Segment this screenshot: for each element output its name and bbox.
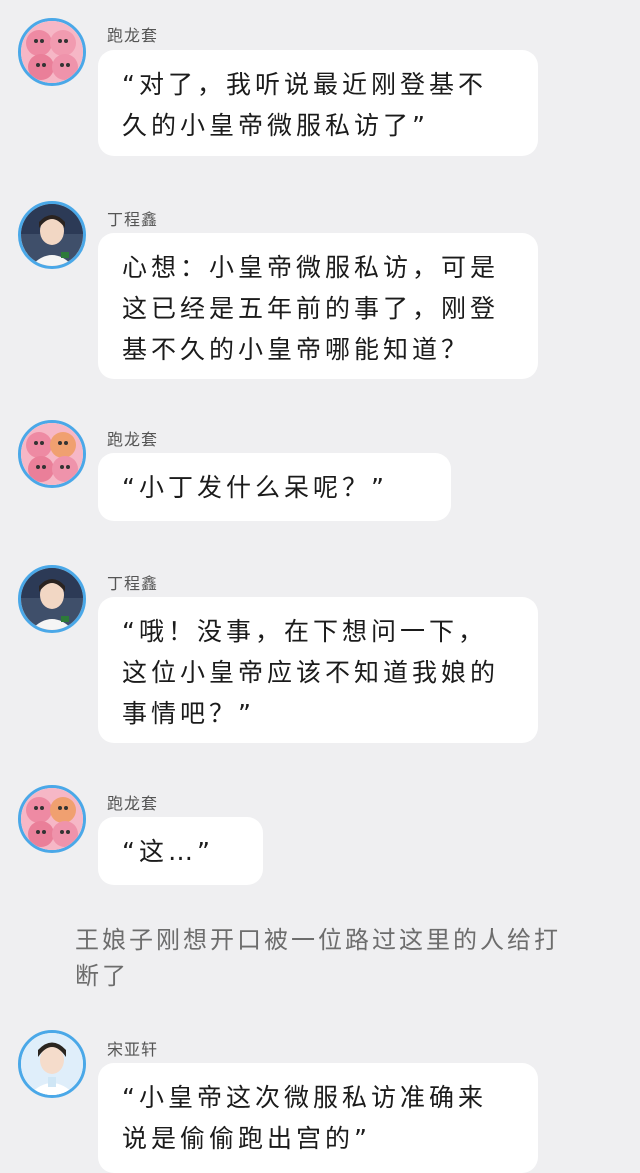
chat-log: 跑龙套 “对了，我听说最近刚登基不久的小皇帝微服私访了” 丁程鑫 心想：小皇帝微… bbox=[0, 0, 640, 1173]
avatar[interactable] bbox=[18, 18, 86, 86]
boy-portrait-avatar-icon bbox=[21, 204, 83, 266]
message-bubble[interactable]: “这…” bbox=[98, 817, 263, 885]
boy-portrait-avatar-icon bbox=[21, 568, 83, 630]
avatar[interactable] bbox=[18, 1030, 86, 1098]
sender-name: 跑龙套 bbox=[107, 26, 159, 45]
pink-plush-avatar-icon bbox=[21, 21, 83, 83]
white-shirt-boy-avatar-icon bbox=[21, 1033, 83, 1095]
avatar[interactable] bbox=[18, 201, 86, 269]
pink-plush-avatar-icon bbox=[21, 788, 83, 850]
message-bubble[interactable]: “小丁发什么呆呢？” bbox=[98, 453, 451, 521]
avatar[interactable] bbox=[18, 785, 86, 853]
message-bubble[interactable]: “小皇帝这次微服私访准确来说是偷偷跑出宫的” bbox=[98, 1063, 538, 1173]
sender-name: 宋亚轩 bbox=[107, 1040, 159, 1059]
sender-name: 跑龙套 bbox=[107, 794, 159, 813]
sender-name: 丁程鑫 bbox=[107, 574, 159, 593]
message-bubble[interactable]: “对了，我听说最近刚登基不久的小皇帝微服私访了” bbox=[98, 50, 538, 156]
avatar[interactable] bbox=[18, 420, 86, 488]
avatar[interactable] bbox=[18, 565, 86, 633]
pink-plush-avatar-icon bbox=[21, 423, 83, 485]
sender-name: 丁程鑫 bbox=[107, 210, 159, 229]
message-bubble[interactable]: “哦！没事，在下想问一下，这位小皇帝应该不知道我娘的事情吧？” bbox=[98, 597, 538, 743]
message-bubble[interactable]: 心想：小皇帝微服私访，可是这已经是五年前的事了，刚登基不久的小皇帝哪能知道？ bbox=[98, 233, 538, 379]
sender-name: 跑龙套 bbox=[107, 430, 159, 449]
narration-text: 王娘子刚想开口被一位路过这里的人给打断了 bbox=[75, 926, 561, 990]
